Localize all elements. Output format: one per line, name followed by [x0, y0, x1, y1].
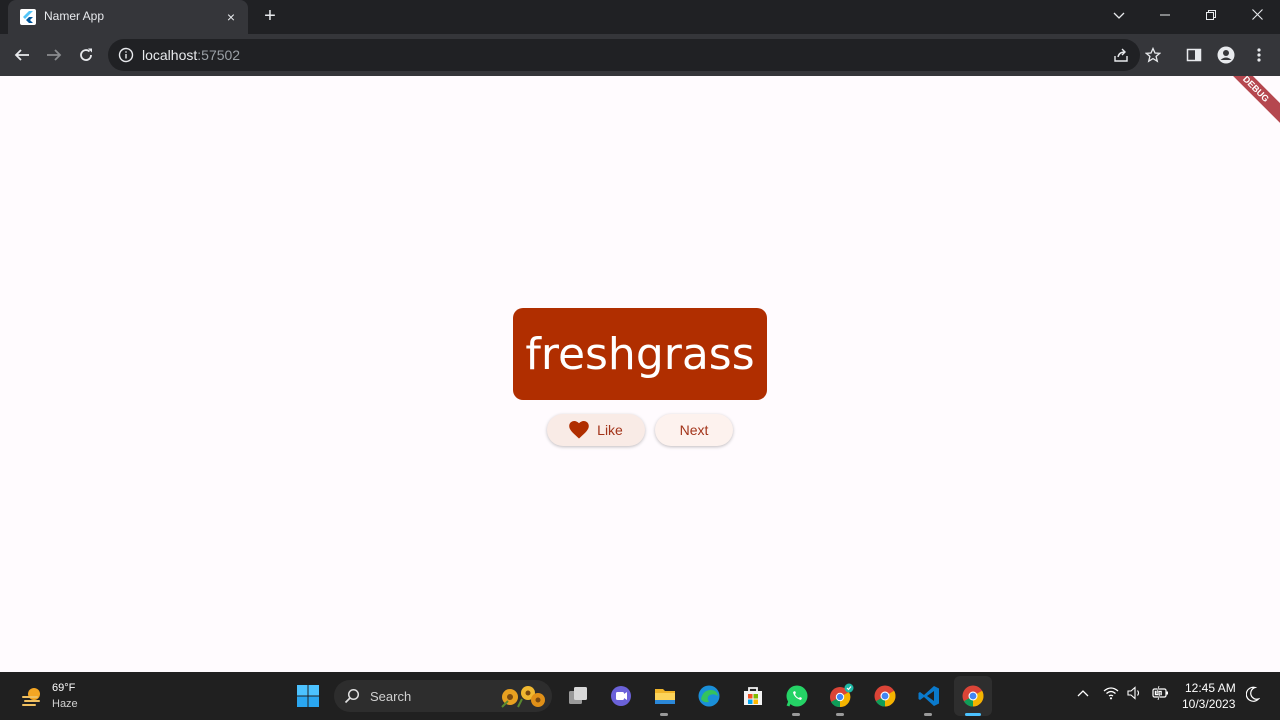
word-pair-text: freshgrass: [525, 328, 755, 380]
tab-search-chevron-icon[interactable]: [1096, 0, 1142, 32]
site-info-icon[interactable]: [118, 47, 134, 63]
url-port: :57502: [197, 47, 241, 63]
like-button[interactable]: Like: [547, 414, 645, 446]
whatsapp-icon[interactable]: [783, 682, 811, 710]
tab-title: Namer App: [44, 9, 105, 23]
close-window-button[interactable]: [1234, 0, 1280, 32]
vscode-icon[interactable]: [915, 682, 943, 710]
new-tab-button[interactable]: +: [258, 5, 282, 29]
chrome-icon[interactable]: [871, 682, 899, 710]
task-view-icon[interactable]: [564, 682, 592, 710]
volume-icon[interactable]: [1127, 686, 1143, 703]
reload-icon[interactable]: [74, 43, 98, 67]
whatsapp-running-indicator: [792, 713, 800, 716]
app-page: DEBUG freshgrass Like Next: [0, 76, 1280, 672]
weather-temperature: 69°F: [52, 682, 76, 694]
windows-taskbar: 69°F Haze Search 12:45 AM 10/3/2023: [0, 672, 1280, 720]
bookmark-star-icon[interactable]: [1144, 46, 1162, 68]
forward-arrow-icon[interactable]: [42, 43, 66, 67]
tab-strip: Namer App × +: [0, 0, 1280, 34]
address-bar[interactable]: localhost:57502: [108, 39, 1162, 71]
focus-moon-icon[interactable]: [1245, 686, 1261, 705]
word-pair-card: freshgrass: [513, 308, 767, 400]
next-button[interactable]: Next: [655, 414, 733, 446]
restore-button[interactable]: [1188, 0, 1234, 32]
back-arrow-icon[interactable]: [10, 43, 34, 67]
chrome-active-indicator: [965, 713, 981, 716]
profile-avatar-icon[interactable]: [1214, 43, 1238, 67]
url-text: localhost:57502: [142, 47, 240, 63]
vscode-running-indicator: [924, 713, 932, 716]
side-panel-icon[interactable]: [1182, 43, 1206, 67]
heart-icon: [569, 421, 589, 439]
taskbar-search[interactable]: Search: [334, 680, 552, 712]
windows-start-icon[interactable]: [294, 682, 322, 710]
like-label: Like: [597, 422, 623, 438]
flutter-favicon-icon: [20, 9, 36, 25]
chrome-active-window-icon[interactable]: [954, 676, 992, 716]
tab-close-icon[interactable]: ×: [222, 8, 240, 26]
file-explorer-icon[interactable]: [651, 682, 679, 710]
chrome-profile-icon[interactable]: [827, 682, 855, 710]
next-label: Next: [679, 422, 709, 438]
edge-browser-icon[interactable]: [695, 682, 723, 710]
search-label: Search: [370, 689, 412, 704]
show-hidden-icons-chevron-icon[interactable]: [1076, 686, 1090, 703]
chrome-profile-running-indicator: [836, 713, 844, 716]
debug-banner: DEBUG: [1208, 76, 1280, 137]
clock-time[interactable]: 12:45 AM: [1185, 681, 1236, 695]
tab-namer-app[interactable]: Namer App ×: [8, 0, 248, 34]
clock-date[interactable]: 10/3/2023: [1182, 697, 1235, 711]
search-icon: [344, 688, 360, 709]
chrome-menu-icon[interactable]: [1247, 43, 1271, 67]
share-icon[interactable]: [1113, 47, 1129, 68]
microsoft-store-icon[interactable]: [739, 682, 767, 710]
battery-charging-icon[interactable]: [1152, 685, 1170, 703]
url-host: localhost: [142, 47, 198, 63]
file-explorer-running-indicator: [660, 713, 668, 716]
teams-chat-icon[interactable]: [607, 682, 635, 710]
weather-description: Haze: [52, 698, 78, 710]
browser-toolbar: localhost:57502: [0, 34, 1280, 76]
search-highlight-flowers-icon: [498, 683, 548, 714]
haze-weather-icon[interactable]: [20, 684, 44, 708]
wifi-icon[interactable]: [1103, 686, 1119, 703]
minimize-button[interactable]: [1142, 0, 1188, 32]
